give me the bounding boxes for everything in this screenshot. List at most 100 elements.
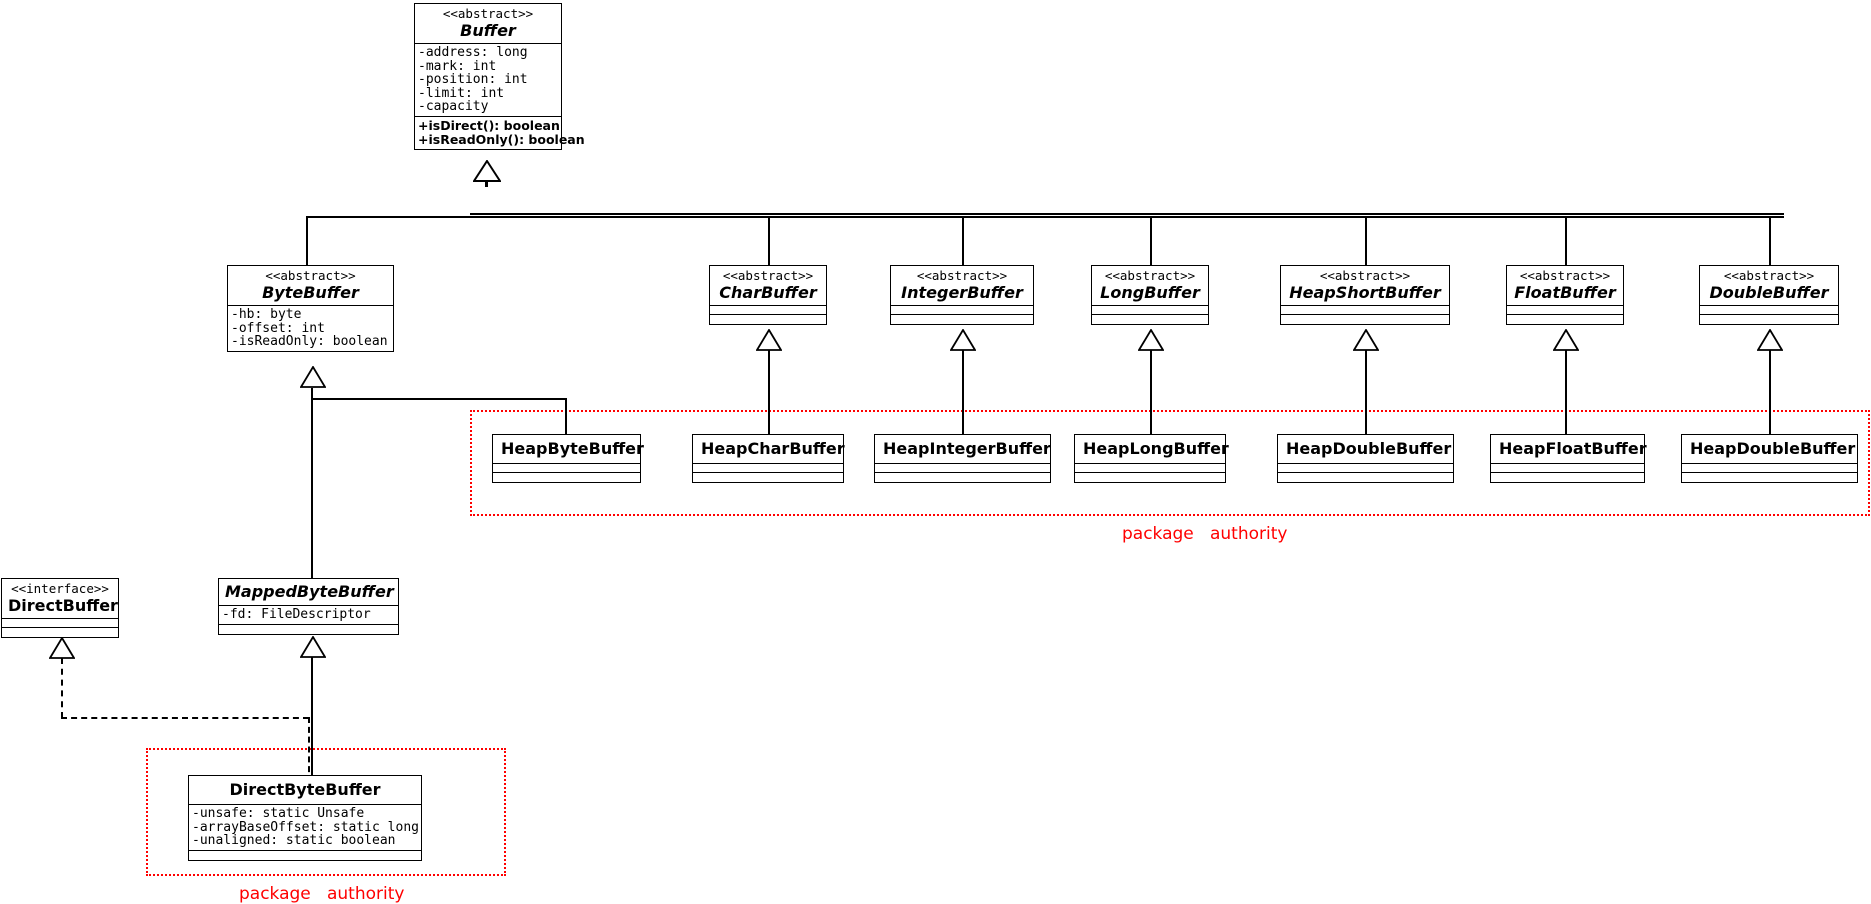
class-directbuffer-operations xyxy=(2,628,118,637)
class-mappedbytebuffer[interactable]: MappedByteBuffer -fd: FileDescriptor xyxy=(218,578,399,635)
class-heapshortbuffer-abstract[interactable]: <<abstract>> HeapShortBuffer xyxy=(1280,265,1450,325)
class-longbuffer-operations xyxy=(1092,315,1208,324)
class-heapcharbuffer[interactable]: HeapCharBuffer xyxy=(692,434,845,483)
edge-longbuffer-to-heaplong xyxy=(1150,351,1152,436)
class-bytebuffer-header: <<abstract>> ByteBuffer xyxy=(228,266,393,306)
class-bytebuffer-stereotype: <<abstract>> xyxy=(265,268,356,283)
class-doublebuffer[interactable]: <<abstract>> DoubleBuffer xyxy=(1699,265,1839,325)
realization-dash-vertical xyxy=(61,658,63,718)
class-heapdoublebuffer-operations xyxy=(1278,473,1453,482)
attribute: -unaligned: static boolean xyxy=(192,833,396,849)
class-directbuffer-attributes xyxy=(2,619,118,628)
class-heapshortbuffer-abstract-header: <<abstract>> HeapShortBuffer xyxy=(1281,266,1449,306)
class-buffer-operations: +isDirect(): boolean +isReadOnly(): bool… xyxy=(415,117,585,149)
class-doublebuffer-header: <<abstract>> DoubleBuffer xyxy=(1700,266,1838,306)
class-charbuffer-name: CharBuffer xyxy=(719,283,817,302)
edge-floatbuffer-to-heapfloat xyxy=(1565,351,1567,436)
generalization-arrow-doublebuffer xyxy=(1757,329,1783,351)
generalization-arrow-longbuffer xyxy=(1138,329,1164,351)
class-heapdoublebuffer-2-header: HeapDoubleBuffer xyxy=(1682,435,1857,464)
package-direct-authority-label: package authority xyxy=(239,884,405,904)
edge-buffer-bus xyxy=(306,216,1784,219)
class-directbuffer-stereotype: <<interface>> xyxy=(11,581,109,596)
class-integerbuffer-stereotype: <<abstract>> xyxy=(916,268,1008,283)
class-charbuffer-stereotype: <<abstract>> xyxy=(722,268,814,283)
attribute: -fd: FileDescriptor xyxy=(222,607,371,622)
attribute: -offset: int xyxy=(231,320,325,336)
edge-bus-to-doublebuffer xyxy=(1769,216,1771,266)
class-doublebuffer-stereotype: <<abstract>> xyxy=(1723,268,1815,283)
attribute: -position: int xyxy=(418,72,528,88)
class-mappedbytebuffer-operations xyxy=(219,625,398,634)
class-heapfloatbuffer-attributes xyxy=(1491,464,1644,473)
class-heapcharbuffer-operations xyxy=(693,473,843,482)
class-heapintegerbuffer[interactable]: HeapIntegerBuffer xyxy=(874,434,1051,483)
class-charbuffer-header: <<abstract>> CharBuffer xyxy=(710,266,826,306)
class-floatbuffer[interactable]: <<abstract>> FloatBuffer xyxy=(1506,265,1624,325)
class-integerbuffer-attributes xyxy=(891,306,1033,315)
class-heaplongbuffer-header: HeapLongBuffer xyxy=(1075,435,1229,464)
class-heapbytebuffer-operations xyxy=(493,473,640,482)
class-longbuffer[interactable]: <<abstract>> LongBuffer xyxy=(1091,265,1209,325)
attribute: -limit: int xyxy=(418,85,505,101)
class-heapfloatbuffer-operations xyxy=(1491,473,1644,482)
class-heaplongbuffer-operations xyxy=(1075,473,1225,482)
class-buffer-name: Buffer xyxy=(460,21,516,40)
generalization-arrow-buffer xyxy=(473,160,501,182)
edge-elbow-to-heapbytebuffer xyxy=(565,398,567,436)
class-buffer[interactable]: <<abstract>> Buffer -address: long -mark… xyxy=(414,3,585,150)
edge-bus-to-bytebuffer xyxy=(306,216,308,266)
class-heapcharbuffer-attributes xyxy=(693,464,843,473)
class-heapfloatbuffer-name: HeapFloatBuffer xyxy=(1499,439,1647,458)
class-heapshortbuffer-abstract-attributes xyxy=(1281,306,1449,315)
class-longbuffer-attributes xyxy=(1092,306,1208,315)
class-heapshortbuffer-abstract-name: HeapShortBuffer xyxy=(1289,283,1441,302)
generalization-arrow-bytebuffer xyxy=(300,366,326,388)
class-directbytebuffer[interactable]: DirectByteBuffer -unsafe: static Unsafe … xyxy=(188,775,422,861)
class-directbuffer[interactable]: <<interface>> DirectBuffer xyxy=(1,578,119,638)
class-heaplongbuffer-name: HeapLongBuffer xyxy=(1083,439,1229,458)
attribute: -mark: int xyxy=(418,58,497,74)
class-heapfloatbuffer[interactable]: HeapFloatBuffer xyxy=(1490,434,1647,483)
class-directbytebuffer-header: DirectByteBuffer xyxy=(189,776,421,805)
operation: +isDirect(): boolean xyxy=(418,117,560,133)
class-heapdoublebuffer-2-operations xyxy=(1682,473,1857,482)
class-charbuffer-attributes xyxy=(710,306,826,315)
class-doublebuffer-attributes xyxy=(1700,306,1838,315)
class-heapintegerbuffer-name: HeapIntegerBuffer xyxy=(883,439,1051,458)
class-heapdoublebuffer[interactable]: HeapDoubleBuffer xyxy=(1277,434,1454,483)
class-charbuffer[interactable]: <<abstract>> CharBuffer xyxy=(709,265,827,325)
class-heapshortbuffer-abstract-stereotype: <<abstract>> xyxy=(1319,268,1411,283)
class-heaplongbuffer-attributes xyxy=(1075,464,1225,473)
class-heaplongbuffer[interactable]: HeapLongBuffer xyxy=(1074,434,1229,483)
edge-mapped-to-bytebuffer xyxy=(311,388,313,588)
class-integerbuffer-header: <<abstract>> IntegerBuffer xyxy=(891,266,1033,306)
class-integerbuffer[interactable]: <<abstract>> IntegerBuffer xyxy=(890,265,1034,325)
class-mappedbytebuffer-attributes: -fd: FileDescriptor xyxy=(219,606,398,625)
class-integerbuffer-operations xyxy=(891,315,1033,324)
realization-dash-horizontal xyxy=(61,717,309,719)
class-heapdoublebuffer-header: HeapDoubleBuffer xyxy=(1278,435,1453,464)
class-heapdoublebuffer-2-name: HeapDoubleBuffer xyxy=(1690,439,1856,458)
edge-buffer-bus-upper xyxy=(470,213,1784,215)
attribute: -isReadOnly: boolean xyxy=(231,334,388,350)
class-doublebuffer-name: DoubleBuffer xyxy=(1709,283,1829,302)
edge-bus-to-heapshortbuffer xyxy=(1365,216,1367,266)
class-heapdoublebuffer-name: HeapDoubleBuffer xyxy=(1286,439,1452,458)
class-heapcharbuffer-name: HeapCharBuffer xyxy=(701,439,845,458)
generalization-arrow-integerbuffer xyxy=(950,329,976,351)
class-bytebuffer-attributes: -hb: byte -offset: int -isReadOnly: bool… xyxy=(228,306,393,351)
class-bytebuffer[interactable]: <<abstract>> ByteBuffer -hb: byte -offse… xyxy=(227,265,394,352)
class-integerbuffer-name: IntegerBuffer xyxy=(901,283,1023,302)
generalization-arrow-floatbuffer xyxy=(1553,329,1579,351)
edge-bus-to-integerbuffer xyxy=(962,216,964,266)
edge-bus-to-floatbuffer xyxy=(1565,216,1567,266)
class-directbuffer-name: DirectBuffer xyxy=(8,596,118,615)
realization-arrow-directbuffer xyxy=(49,637,75,659)
class-longbuffer-header: <<abstract>> LongBuffer xyxy=(1092,266,1208,306)
class-buffer-stereotype: <<abstract>> xyxy=(442,6,534,21)
class-heapbytebuffer[interactable]: HeapByteBuffer xyxy=(492,434,644,483)
class-floatbuffer-stereotype: <<abstract>> xyxy=(1519,268,1611,283)
edge-doublebuffer-to-heapdouble2 xyxy=(1769,351,1771,436)
class-heapdoublebuffer-2[interactable]: HeapDoubleBuffer xyxy=(1681,434,1858,483)
